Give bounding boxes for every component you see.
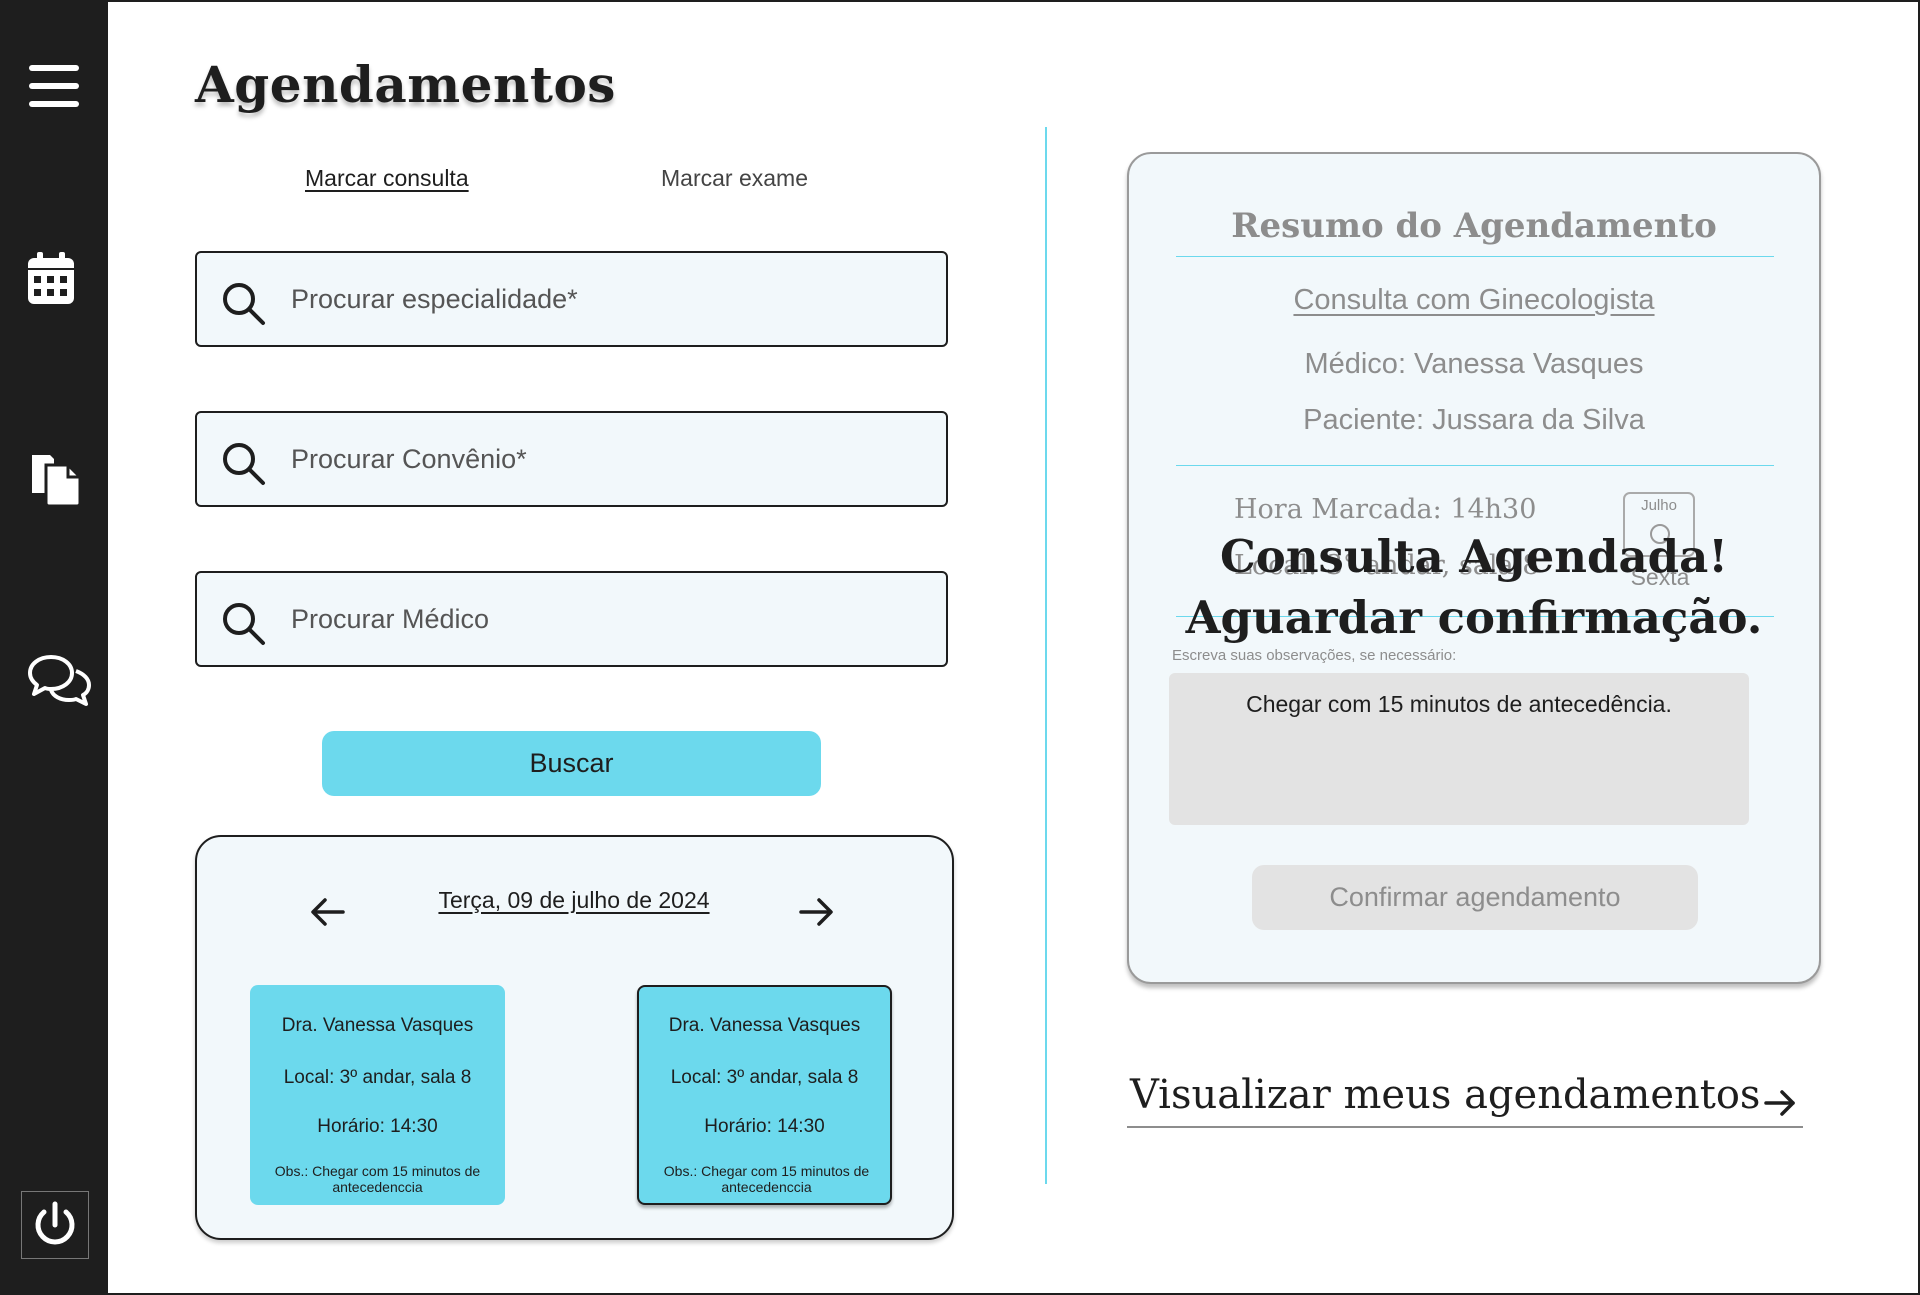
slot-location: Local: 3º andar, sala 8 [283, 1067, 472, 1088]
slot-doctor: Dra. Vanessa Vasques [668, 1015, 861, 1036]
insurance-search-field[interactable] [195, 411, 948, 507]
slot-obs: Obs.: Chegar com 15 minutos de anteceden… [663, 1163, 870, 1195]
view-appointments-link[interactable]: Visualizar meus agendamentos [1127, 1068, 1803, 1128]
availability-panel: Terça, 09 de julho de 2024 Dra. Vanessa … [195, 835, 954, 1240]
summary-card: Resumo do Agendamento Consulta com Ginec… [1127, 152, 1821, 984]
tab-marcar-consulta[interactable]: Marcar consulta [305, 165, 469, 192]
divider [1176, 465, 1774, 466]
insurance-search-input[interactable] [291, 413, 931, 505]
summary-patient: Paciente: Jussara da Silva [1303, 404, 1645, 436]
slot-doctor: Dra. Vanessa Vasques [281, 1015, 474, 1036]
documents-icon[interactable] [28, 453, 82, 507]
selected-date[interactable]: Terça, 09 de julho de 2024 [429, 887, 719, 914]
slot-time: Horário: 14:30 [704, 1116, 825, 1137]
slot-location: Local: 3º andar, sala 8 [670, 1067, 859, 1088]
view-appointments-label: Visualizar meus agendamentos [1130, 1072, 1761, 1118]
summary-time: Hora Marcada: 14h30 [1234, 494, 1537, 525]
confirmation-overlay: Consulta Agendada! Aguardar confirmação. [1129, 526, 1819, 648]
overlay-line-2: Aguardar confirmação. [1185, 591, 1763, 644]
appointment-slot-selected[interactable]: Dra. Vanessa Vasques Local: 3º andar, sa… [637, 985, 892, 1205]
slot-obs: Obs.: Chegar com 15 minutos de anteceden… [274, 1163, 481, 1195]
summary-specialty: Consulta com Ginecologista [1293, 284, 1655, 316]
doctor-search-input[interactable] [291, 573, 931, 665]
tab-marcar-exame[interactable]: Marcar exame [661, 165, 808, 192]
divider [1176, 256, 1774, 257]
summary-doctor: Médico: Vanessa Vasques [1304, 348, 1644, 380]
chat-icon[interactable] [27, 653, 93, 713]
power-icon[interactable] [21, 1191, 89, 1259]
sidebar [0, 0, 108, 1295]
appointment-slot[interactable]: Dra. Vanessa Vasques Local: 3º andar, sa… [250, 985, 505, 1205]
calendar-icon[interactable] [28, 252, 74, 304]
arrow-right-icon[interactable] [798, 897, 834, 932]
hamburger-menu-icon[interactable] [27, 63, 81, 109]
observations-textarea[interactable]: Chegar com 15 minutos de antecedência. [1169, 673, 1749, 825]
confirm-appointment-button[interactable]: Confirmar agendamento [1252, 865, 1698, 930]
arrow-right-icon [1763, 1088, 1797, 1123]
specialty-search-input[interactable] [291, 253, 931, 345]
slot-time: Horário: 14:30 [317, 1116, 438, 1137]
summary-title: Resumo do Agendamento [1231, 206, 1717, 246]
arrow-left-icon[interactable] [310, 897, 346, 932]
page-title: Agendamentos [195, 55, 616, 114]
doctor-search-field[interactable] [195, 571, 948, 667]
specialty-search-field[interactable] [195, 251, 948, 347]
vertical-divider [1045, 127, 1047, 1184]
search-icon [221, 601, 267, 652]
overlay-line-1: Consulta Agendada! [1219, 530, 1729, 583]
search-icon [221, 441, 267, 492]
observations-label: Escreva suas observações, se necessário: [1172, 647, 1457, 664]
month-label: Julho [1641, 497, 1677, 514]
search-button[interactable]: Buscar [322, 731, 821, 796]
search-icon [221, 281, 267, 332]
